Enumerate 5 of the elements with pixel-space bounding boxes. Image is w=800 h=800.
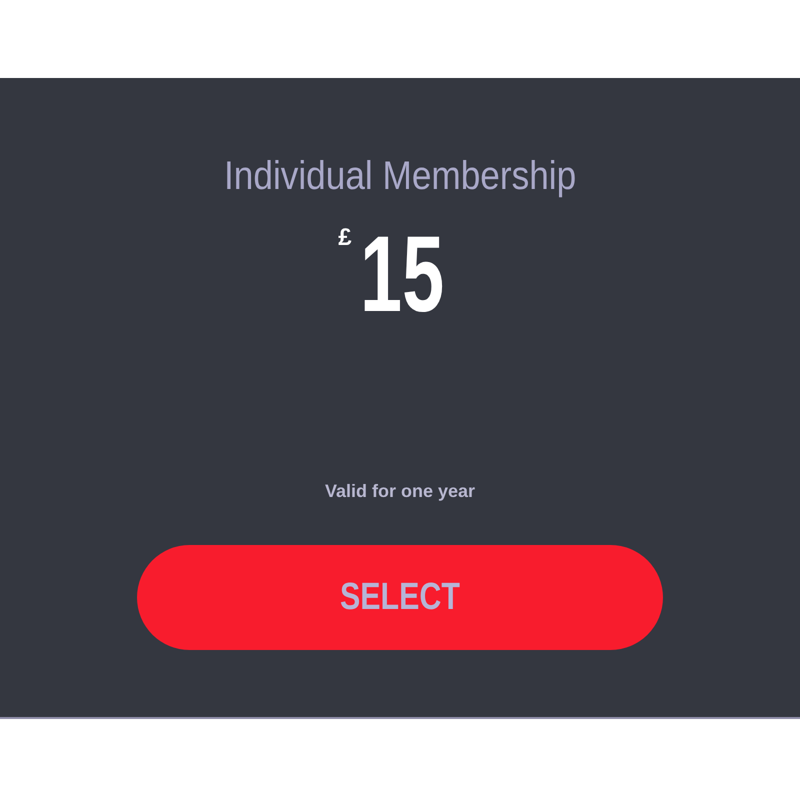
currency-symbol: £ <box>338 223 352 253</box>
price-amount: 15 <box>360 220 444 328</box>
validity-text: Valid for one year <box>324 480 476 503</box>
select-button[interactable]: SELECT <box>137 545 663 650</box>
plan-title: Individual Membership <box>224 153 576 200</box>
